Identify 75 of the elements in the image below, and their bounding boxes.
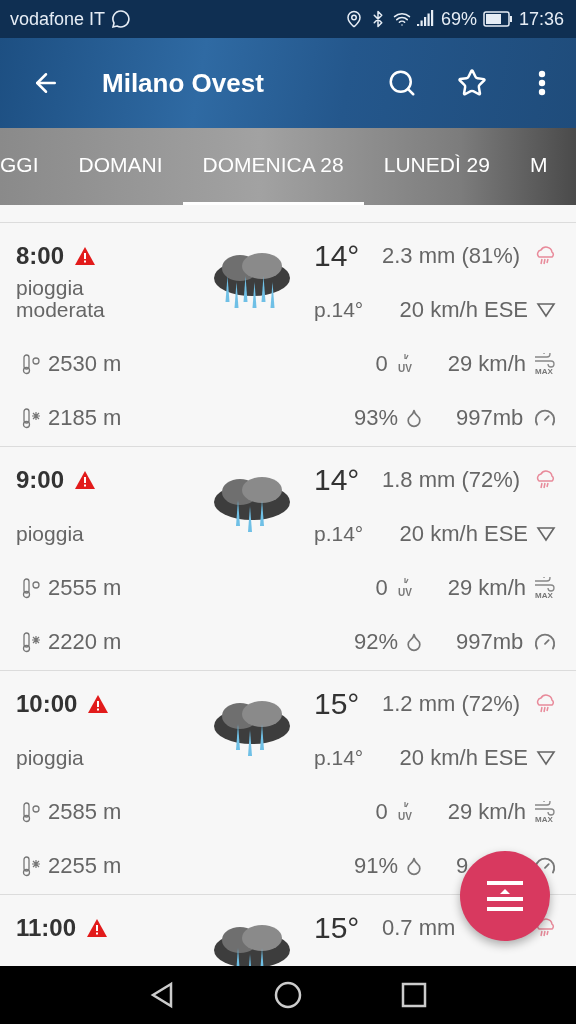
temperature: 15° [314,911,361,945]
thermometer-snowflake-icon [22,407,42,429]
app-title: Milano Ovest [102,67,265,99]
freezing-level: 2530 m [48,351,122,377]
wind-direction-icon [536,526,556,542]
temperature: 14° [314,463,361,497]
thermometer-snowflake-icon [22,855,42,877]
hour-time: 10:00 [16,690,78,718]
wind-speed: 20 km/h ESE [399,745,528,771]
more-vertical-icon [538,70,546,96]
perceived-temperature: p.14° [314,522,365,546]
freezing-level: 2555 m [48,575,122,601]
weather-description: pioggia moderata [16,277,106,323]
home-nav-icon[interactable] [274,981,302,1009]
hour-time: 8:00 [16,242,65,270]
day-tab[interactable]: GGI [0,128,59,205]
pressure: 997mb [456,405,525,431]
humidity: 92% [353,629,398,655]
uv-index: 0 [375,799,388,825]
wind-gust: 29 km/h [447,799,526,825]
chat-bubble-icon [111,9,132,29]
rain-cloud-icon [534,470,556,490]
wind-gust: 29 km/h [447,575,526,601]
recents-nav-icon[interactable] [400,982,427,1008]
snow-level: 2255 m [48,853,122,879]
perceived-temperature: p.14° [314,298,365,322]
rain-amount: 1.8 mm (72%) [382,467,522,493]
uv-index: 0 [375,575,388,601]
temperature: 15° [314,687,361,721]
signal-icon [416,10,435,28]
weather-description: pioggia [16,523,85,547]
droplet-icon [404,856,424,876]
uv-index: 0 [375,351,388,377]
rain-cloud-icon [534,694,556,714]
pressure: 9 [456,853,470,879]
wind-direction-icon [536,750,556,766]
location-icon [344,10,363,28]
day-tab[interactable]: DOMENICA 28 [182,128,364,205]
perceived-temperature: p.14° [314,746,365,770]
battery-icon [482,11,513,27]
freezing-level: 2585 m [48,799,122,825]
pressure: 997mb [456,629,525,655]
favorite-star-button[interactable] [456,67,488,99]
rain-amount: 0.7 mm [382,915,457,941]
day-tab[interactable]: M [509,128,568,205]
day-tab[interactable]: DOMANI [58,128,183,205]
rain-amount: 1.2 mm (72%) [382,691,522,717]
wind-gust: 29 km/h [447,351,526,377]
droplet-icon [404,632,424,652]
wifi-icon [392,10,411,28]
hour-time: 9:00 [16,466,65,494]
day-tab[interactable]: LUNEDÌ 29 [363,128,510,205]
hour-time: 11:00 [16,914,77,942]
wind-speed: 20 km/h ESE [399,297,528,323]
wind-direction-icon [536,302,556,318]
star-icon [457,68,487,98]
battery-percent: 69% [440,8,477,30]
temperature: 14° [314,239,361,273]
collapse-icon [485,879,525,913]
snow-level: 2220 m [48,629,122,655]
rain-cloud-icon [534,246,556,266]
thermometer-snowflake-icon [22,631,42,653]
snow-level: 2185 m [48,405,122,431]
thermometer-zero-icon [22,353,42,375]
humidity: 93% [353,405,398,431]
thermometer-zero-icon [22,577,42,599]
droplet-icon [404,408,424,428]
clock: 17:36 [518,8,564,30]
search-icon [387,68,417,98]
weather-description: pioggia [16,747,85,771]
wind-speed: 20 km/h ESE [399,521,528,547]
humidity: 91% [353,853,398,879]
carrier-name: vodafone IT [10,8,106,30]
rain-amount: 2.3 mm (81%) [382,243,522,269]
thermometer-zero-icon [22,801,42,823]
